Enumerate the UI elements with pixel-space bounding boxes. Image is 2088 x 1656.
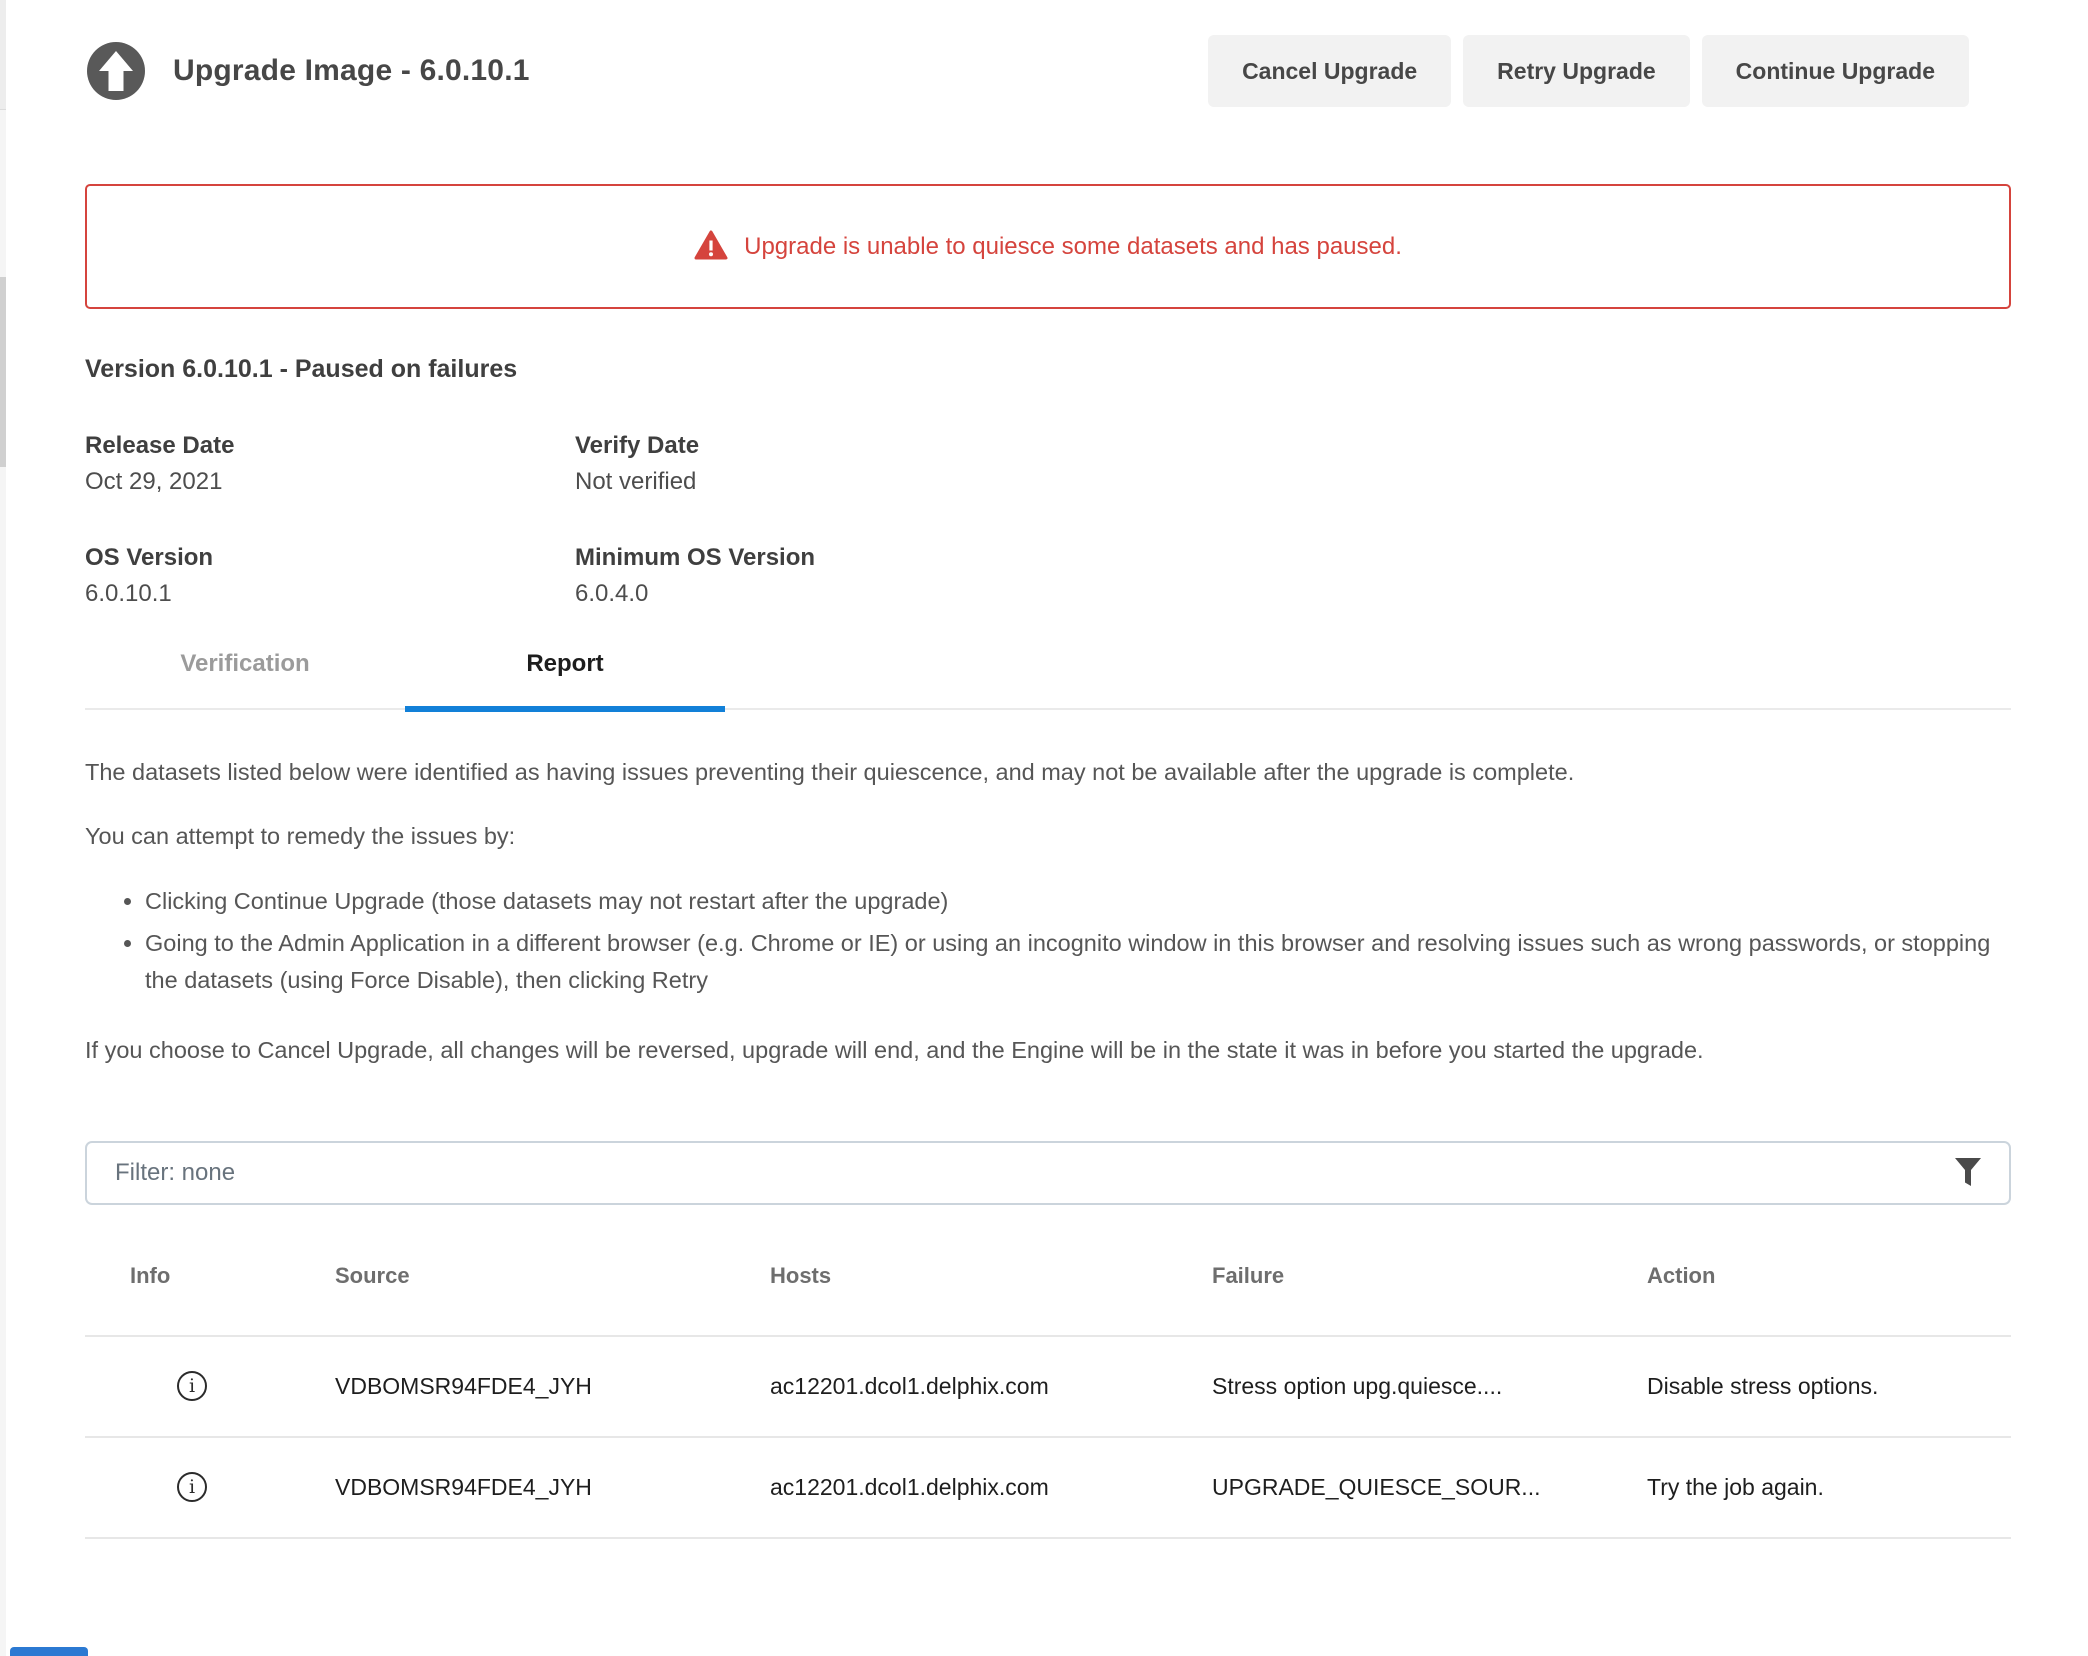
remedy-heading-text: You can attempt to remedy the issues by:: [85, 818, 2011, 854]
row-hosts-cell: ac12201.dcol1.delphix.com: [770, 1373, 1212, 1400]
quiesce-paused-warning-banner: Upgrade is unable to quiesce some datase…: [85, 184, 2011, 309]
filter-funnel-icon[interactable]: [1955, 1158, 1981, 1188]
row-action-cell: Try the job again.: [1647, 1474, 2011, 1501]
header-title-group: Upgrade Image - 6.0.10.1: [85, 40, 530, 102]
min-os-version-label: Minimum OS Version: [575, 544, 2011, 572]
cancel-note-text: If you choose to Cancel Upgrade, all cha…: [85, 1032, 2011, 1068]
column-header-source: Source: [335, 1263, 770, 1289]
min-os-version-field: Minimum OS Version 6.0.4.0: [575, 544, 2011, 608]
verify-date-label: Verify Date: [575, 432, 2011, 460]
failures-table: Info Source Hosts Failure Action i VDBOM…: [85, 1205, 2011, 1539]
release-date-field: Release Date Oct 29, 2021: [85, 432, 575, 496]
tab-verification[interactable]: Verification: [85, 650, 405, 708]
row-hosts-cell: ac12201.dcol1.delphix.com: [770, 1474, 1212, 1501]
report-tab-content: The datasets listed below were identifie…: [85, 754, 2011, 1069]
filter-bar[interactable]: Filter: none: [85, 1141, 2011, 1205]
row-source-cell: VDBOMSR94FDE4_JYH: [335, 1474, 770, 1501]
verify-date-value: Not verified: [575, 468, 2011, 496]
cancel-upgrade-button[interactable]: Cancel Upgrade: [1208, 35, 1451, 107]
info-circle-icon[interactable]: i: [177, 1472, 207, 1502]
upgrade-image-dialog: Upgrade Image - 6.0.10.1 Cancel Upgrade …: [6, 0, 2088, 1656]
warning-message: Upgrade is unable to quiesce some datase…: [744, 233, 1402, 261]
release-date-label: Release Date: [85, 432, 575, 460]
min-os-version-value: 6.0.4.0: [575, 580, 2011, 608]
row-info-cell: i: [85, 1472, 335, 1502]
remedy-bullet-list: Clicking Continue Upgrade (those dataset…: [145, 883, 2011, 998]
column-header-action: Action: [1647, 1263, 2011, 1289]
verify-date-field: Verify Date Not verified: [575, 432, 2011, 496]
release-date-value: Oct 29, 2021: [85, 468, 575, 496]
os-version-value: 6.0.10.1: [85, 580, 575, 608]
table-header-row: Info Source Hosts Failure Action: [85, 1205, 2011, 1337]
os-version-field: OS Version 6.0.10.1: [85, 544, 575, 608]
continue-upgrade-button[interactable]: Continue Upgrade: [1702, 35, 1969, 107]
version-status-heading: Version 6.0.10.1 - Paused on failures: [85, 355, 2011, 384]
row-source-cell: VDBOMSR94FDE4_JYH: [335, 1373, 770, 1400]
info-circle-icon[interactable]: i: [177, 1371, 207, 1401]
retry-upgrade-button[interactable]: Retry Upgrade: [1463, 35, 1689, 107]
dialog-header: Upgrade Image - 6.0.10.1 Cancel Upgrade …: [6, 0, 2088, 107]
column-header-failure: Failure: [1212, 1263, 1647, 1289]
upgrade-arrow-icon: [85, 40, 147, 102]
header-action-buttons: Cancel Upgrade Retry Upgrade Continue Up…: [1208, 35, 1969, 107]
partially-visible-button[interactable]: [10, 1647, 88, 1656]
filter-label: Filter: none: [115, 1159, 235, 1187]
remedy-bullet-continue: Clicking Continue Upgrade (those dataset…: [145, 883, 2011, 919]
page-title: Upgrade Image - 6.0.10.1: [173, 54, 530, 88]
table-row: i VDBOMSR94FDE4_JYH ac12201.dcol1.delphi…: [85, 1438, 2011, 1539]
tab-report[interactable]: Report: [405, 650, 725, 708]
row-info-cell: i: [85, 1371, 335, 1401]
version-details-grid: Release Date Oct 29, 2021 Verify Date No…: [85, 432, 2011, 608]
tab-bar: Verification Report: [85, 650, 2011, 710]
column-header-info: Info: [85, 1263, 335, 1289]
remedy-bullet-admin-app: Going to the Admin Application in a diff…: [145, 925, 2011, 998]
column-header-hosts: Hosts: [770, 1263, 1212, 1289]
row-failure-cell: UPGRADE_QUIESCE_SOUR...: [1212, 1474, 1647, 1501]
warning-triangle-icon: [694, 230, 728, 261]
row-action-cell: Disable stress options.: [1647, 1373, 2011, 1400]
report-intro-text: The datasets listed below were identifie…: [85, 754, 2011, 790]
row-failure-cell: Stress option upg.quiesce....: [1212, 1373, 1647, 1400]
table-row: i VDBOMSR94FDE4_JYH ac12201.dcol1.delphi…: [85, 1337, 2011, 1438]
os-version-label: OS Version: [85, 544, 575, 572]
